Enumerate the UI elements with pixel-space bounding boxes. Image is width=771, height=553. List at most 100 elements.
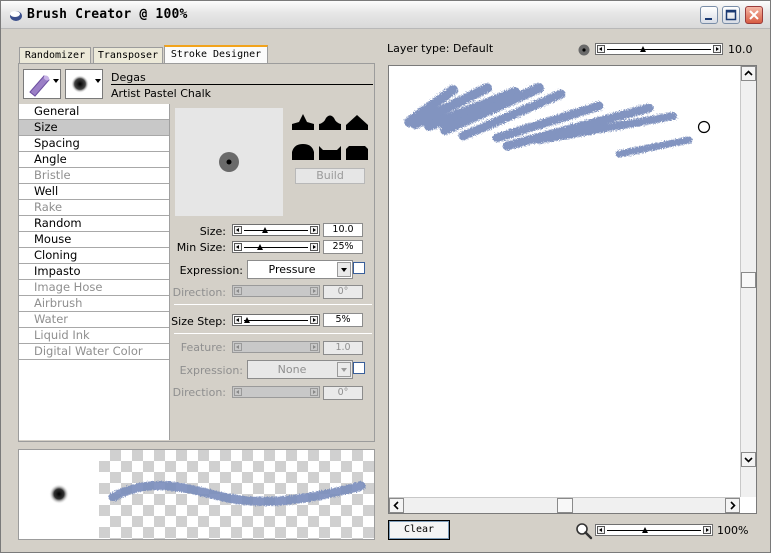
category-liquid-ink: Liquid Ink <box>19 328 169 344</box>
size-step-slider[interactable] <box>232 314 320 326</box>
horizontal-scrollbar[interactable] <box>389 497 740 513</box>
profile-pointed-icon[interactable] <box>291 110 315 132</box>
slider-track <box>244 247 308 248</box>
section-divider <box>174 333 372 334</box>
slider-right-arrow-icon[interactable] <box>703 526 711 534</box>
list-divider <box>169 104 170 440</box>
scroll-right-button[interactable] <box>725 498 740 513</box>
chevron-down-icon <box>95 79 101 83</box>
expression-label: Expression: <box>179 364 243 377</box>
min-size-value-field[interactable]: 25% <box>323 240 363 254</box>
direction-slider <box>232 386 320 398</box>
expression-dropdown[interactable]: Pressure <box>247 260 353 279</box>
brush-variant-selector[interactable] <box>65 69 103 99</box>
zoom-slider[interactable] <box>595 524 713 536</box>
profile-linear-icon[interactable] <box>345 110 369 132</box>
scratch-strokes <box>404 83 711 158</box>
category-mouse[interactable]: Mouse <box>19 232 169 248</box>
preview-size-value: 10.0 <box>728 43 753 56</box>
category-angle[interactable]: Angle <box>19 152 169 168</box>
slider-thumb[interactable] <box>262 227 269 233</box>
slider-right-arrow-icon <box>310 287 318 295</box>
invert-expression-checkbox[interactable] <box>353 262 365 274</box>
slider-thumb[interactable] <box>257 244 263 250</box>
category-spacing[interactable]: Spacing <box>19 136 169 152</box>
vertical-scroll-thumb[interactable] <box>741 272 756 288</box>
slider-right-arrow-icon[interactable] <box>713 45 721 53</box>
expression-label: Expression: <box>179 264 243 277</box>
window-title: Brush Creator @ 100% <box>27 7 188 22</box>
profile-medium-icon[interactable] <box>318 110 342 132</box>
slider-left-arrow-icon[interactable] <box>597 526 605 534</box>
min-size-slider[interactable] <box>232 241 320 253</box>
clear-button[interactable]: Clear <box>388 520 450 540</box>
profile-watercolor-icon[interactable] <box>318 140 342 162</box>
direction-label: Direction: <box>172 386 226 399</box>
app-icon <box>10 11 22 21</box>
size-label: Size: <box>199 225 226 238</box>
chevron-down-icon[interactable] <box>337 262 351 277</box>
category-random[interactable]: Random <box>19 216 169 232</box>
slider-right-arrow-icon[interactable] <box>310 243 318 251</box>
category-bristle: Bristle <box>19 168 169 184</box>
preview-size-slider[interactable] <box>595 43 723 55</box>
slider-thumb[interactable] <box>641 527 648 533</box>
slider-left-arrow-icon[interactable] <box>234 316 242 324</box>
category-impasto[interactable]: Impasto <box>19 264 169 280</box>
brush-category-name: Degas <box>111 71 146 84</box>
category-size[interactable]: Size <box>19 120 169 136</box>
expression-value: None <box>277 363 307 376</box>
brush-category-selector[interactable] <box>23 69 61 99</box>
maximize-icon <box>725 9 737 21</box>
horizontal-scroll-thumb[interactable] <box>557 498 573 513</box>
minimize-button[interactable] <box>700 6 718 24</box>
zoom-value: 100% <box>717 524 749 537</box>
slider-left-arrow-icon[interactable] <box>234 243 242 251</box>
direction-label: Direction: <box>172 286 226 299</box>
chevron-left-icon <box>393 501 399 510</box>
slider-thumb[interactable] <box>244 317 251 323</box>
category-general[interactable]: General <box>19 104 169 120</box>
chevron-down-icon <box>53 79 59 83</box>
slider-right-arrow-icon[interactable] <box>310 226 318 234</box>
build-button: Build <box>295 168 365 184</box>
feature-slider <box>232 341 320 353</box>
category-cloning[interactable]: Cloning <box>19 248 169 264</box>
scroll-left-button[interactable] <box>389 498 404 513</box>
chevron-right-icon <box>730 501 736 510</box>
maximize-button[interactable] <box>722 6 740 24</box>
size-step-value-field[interactable]: 5% <box>323 313 363 327</box>
dab-preview <box>175 108 283 216</box>
chalk-stick-icon <box>29 75 50 97</box>
category-well[interactable]: Well <box>19 184 169 200</box>
vertical-scrollbar[interactable] <box>740 66 756 497</box>
slider-left-arrow-icon <box>234 343 242 351</box>
zoom-magnifier-icon <box>576 523 593 540</box>
expression-value: Pressure <box>268 263 316 276</box>
slider-right-arrow-icon <box>310 343 318 351</box>
profile-dull-icon[interactable] <box>291 140 315 162</box>
category-digital-water-color: Digital Water Color <box>19 344 169 360</box>
dab-icon <box>71 75 89 93</box>
size-slider[interactable] <box>232 224 320 236</box>
slider-left-arrow-icon <box>234 388 242 396</box>
scroll-up-button[interactable] <box>741 66 756 81</box>
slider-track <box>244 230 308 231</box>
layer-type-label: Layer type: Default <box>387 42 494 55</box>
scratch-pad-canvas[interactable] <box>388 65 757 514</box>
direction-value-field: 0° <box>323 285 363 299</box>
size-value-field[interactable]: 10.0 <box>323 223 363 237</box>
slider-thumb[interactable] <box>640 46 647 52</box>
tab-stroke-designer[interactable]: Stroke Designer <box>164 45 268 65</box>
category-list: General Size Spacing Angle Bristle Well … <box>19 104 169 360</box>
profile-1pixel-icon[interactable] <box>345 140 369 162</box>
invert-expression-checkbox[interactable] <box>353 362 365 374</box>
scroll-down-button[interactable] <box>741 452 756 467</box>
category-water: Water <box>19 312 169 328</box>
slider-left-arrow-icon[interactable] <box>234 226 242 234</box>
slider-left-arrow-icon[interactable] <box>597 45 605 53</box>
slider-right-arrow-icon[interactable] <box>310 316 318 324</box>
slider-track <box>607 49 711 50</box>
close-button[interactable] <box>745 6 763 24</box>
title-bar: Brush Creator @ 100% <box>1 1 770 29</box>
